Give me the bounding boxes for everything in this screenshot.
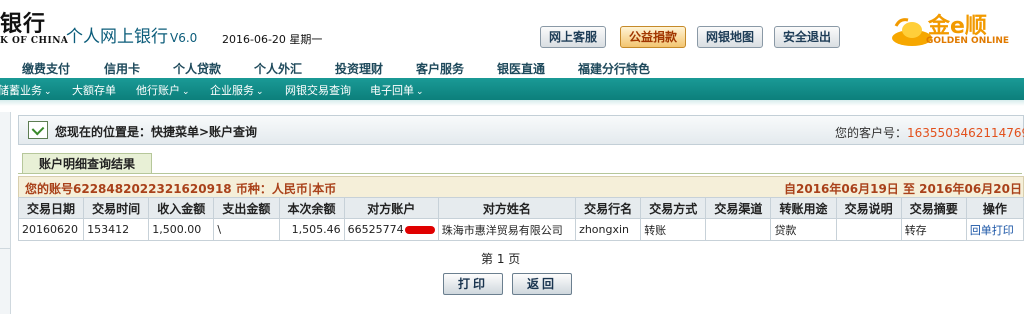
subnav-savings-label: 储蓄业务	[0, 84, 42, 97]
col-header: 转账用途	[770, 197, 837, 219]
chevron-down-icon: ⌄	[44, 87, 52, 97]
chevron-down-icon: ⌄	[416, 87, 424, 97]
divider	[0, 248, 10, 249]
customer-number-label: 您的客户号：	[835, 126, 908, 140]
cell-method: 转账	[640, 218, 707, 241]
cell-operation: 回单打印	[965, 218, 1024, 241]
nav-investment[interactable]: 投资理财	[335, 60, 383, 77]
col-header: 交易摘要	[900, 197, 967, 219]
cell-time: 153412	[83, 218, 150, 241]
cell-bank-name: zhongxin	[575, 218, 642, 241]
redaction-mark	[404, 226, 435, 234]
col-header: 对方账户	[343, 197, 439, 219]
nav-customer-service[interactable]: 客户服务	[416, 60, 464, 77]
col-header: 交易渠道	[705, 197, 772, 219]
tab-account-detail[interactable]: 账户明细查询结果	[22, 153, 152, 174]
cell-counterparty-name: 珠海市惠洋贸易有限公司	[437, 218, 577, 241]
golden-logo-en: GOLDEN ONLINE	[926, 36, 1010, 46]
table-header-row: 交易日期 交易时间 收入金额 支出金额 本次余额 对方账户 对方姓名 交易行名 …	[17, 197, 1024, 219]
bank-logo-text: 银行	[0, 11, 47, 37]
query-period: 自2016年06月19日 至 2016年06月20日	[784, 182, 1022, 196]
breadcrumb: 您现在的位置是：快捷菜单>账户查询	[55, 125, 258, 139]
print-receipt-link[interactable]: 回单打印	[970, 224, 1014, 237]
col-header: 本次余额	[278, 197, 345, 219]
subnav-transaction-query-label: 网银交易查询	[285, 84, 351, 97]
divider	[18, 173, 1022, 174]
back-button[interactable]: 返回	[512, 273, 572, 295]
left-sidebar-collapsed[interactable]	[0, 112, 11, 314]
sub-nav: 储蓄业务 ⌄ 大额存单 他行账户 ⌄ 企业服务 ⌄ 网银交易查询 电子回单 ⌄	[0, 78, 1024, 100]
header: 银行 K OF CHINA 个人网上银行 V6.0 2016-06-20 星期一 …	[0, 0, 1024, 56]
col-header: 交易时间	[83, 197, 150, 219]
cell-description	[835, 218, 902, 241]
col-header: 交易方式	[640, 197, 707, 219]
subnav-e-receipt[interactable]: 电子回单 ⌄	[370, 82, 424, 98]
col-header: 交易行名	[575, 197, 642, 219]
chevron-down-icon: ⌄	[182, 87, 190, 97]
subnav-other-bank[interactable]: 他行账户 ⌄	[136, 82, 190, 98]
col-header: 操作	[965, 197, 1024, 219]
subnav-savings[interactable]: 储蓄业务 ⌄	[0, 82, 52, 98]
app-version: V6.0	[170, 31, 198, 45]
transaction-table: 交易日期 交易时间 收入金额 支出金额 本次余额 对方账户 对方姓名 交易行名 …	[17, 197, 1024, 241]
cell-income: 1,500.00	[148, 218, 215, 241]
golden-online-logo: 金e顺 GOLDEN ONLINE	[890, 6, 1024, 54]
subnav-transaction-query[interactable]: 网银交易查询	[285, 82, 351, 98]
page-indicator: 第 1 页	[481, 252, 521, 266]
main-nav: 缴费支付 信用卡 个人贷款 个人外汇 投资理财 客户服务 银医直通 福建分行特色	[0, 58, 1024, 78]
subnav-large-deposit-label: 大额存单	[72, 84, 116, 97]
online-service-button[interactable]: 网上客服	[540, 26, 607, 48]
location-bar: 您现在的位置是：快捷菜单>账户查询 您的客户号：1635503462114769	[18, 115, 1024, 145]
donation-button[interactable]: 公益捐款	[620, 26, 687, 48]
cell-summary: 转存	[900, 218, 967, 241]
cell-expense: \	[213, 218, 280, 241]
cell-channel	[705, 218, 772, 241]
col-header: 交易日期	[17, 197, 85, 219]
counterparty-account-value: 66525774	[347, 223, 404, 236]
col-header: 对方姓名	[437, 197, 577, 219]
col-header: 交易说明	[835, 197, 902, 219]
subnav-large-deposit[interactable]: 大额存单	[72, 82, 116, 98]
subnav-other-bank-label: 他行账户	[136, 84, 180, 97]
account-info-bar: 您的账号6228482022321620918 币种：人民币|本币 自2016年…	[18, 176, 1024, 198]
nav-payment[interactable]: 缴费支付	[22, 60, 70, 77]
customer-number: 您的客户号：1635503462114769	[835, 124, 1024, 141]
col-header: 支出金额	[213, 197, 280, 219]
bank-map-button[interactable]: 网银地图	[697, 26, 764, 48]
cell-date: 20160620	[17, 218, 85, 241]
cell-balance: 1,505.46	[278, 218, 345, 241]
nav-forex[interactable]: 个人外汇	[254, 60, 302, 77]
cell-counterparty-account: 66525774	[343, 218, 439, 241]
customer-number-value: 1635503462114769	[907, 126, 1024, 140]
current-date: 2016-06-20 星期一	[222, 33, 323, 46]
logout-button[interactable]: 安全退出	[774, 26, 841, 48]
subnav-shadow	[0, 100, 1024, 106]
nav-fujian-special[interactable]: 福建分行特色	[578, 60, 650, 77]
app-title-text: 个人网上银行	[66, 27, 168, 47]
nav-credit-card[interactable]: 信用卡	[104, 60, 140, 77]
cell-purpose: 贷款	[770, 218, 837, 241]
nav-personal-loan[interactable]: 个人贷款	[173, 60, 221, 77]
subnav-enterprise[interactable]: 企业服务 ⌄	[210, 82, 264, 98]
print-button[interactable]: 打印	[443, 273, 503, 295]
subnav-enterprise-label: 企业服务	[210, 84, 254, 97]
chevron-down-icon: ⌄	[256, 87, 264, 97]
account-info: 您的账号6228482022321620918 币种：人民币|本币	[25, 182, 337, 196]
app-title: 个人网上银行 V6.0	[66, 22, 197, 47]
nav-medical[interactable]: 银医直通	[497, 60, 545, 77]
subnav-e-receipt-label: 电子回单	[370, 84, 414, 97]
col-header: 收入金额	[148, 197, 215, 219]
location-icon	[28, 121, 48, 139]
bank-logo-en: K OF CHINA	[0, 36, 69, 46]
table-row: 20160620 153412 1,500.00 \ 1,505.46 6652…	[17, 218, 1024, 241]
